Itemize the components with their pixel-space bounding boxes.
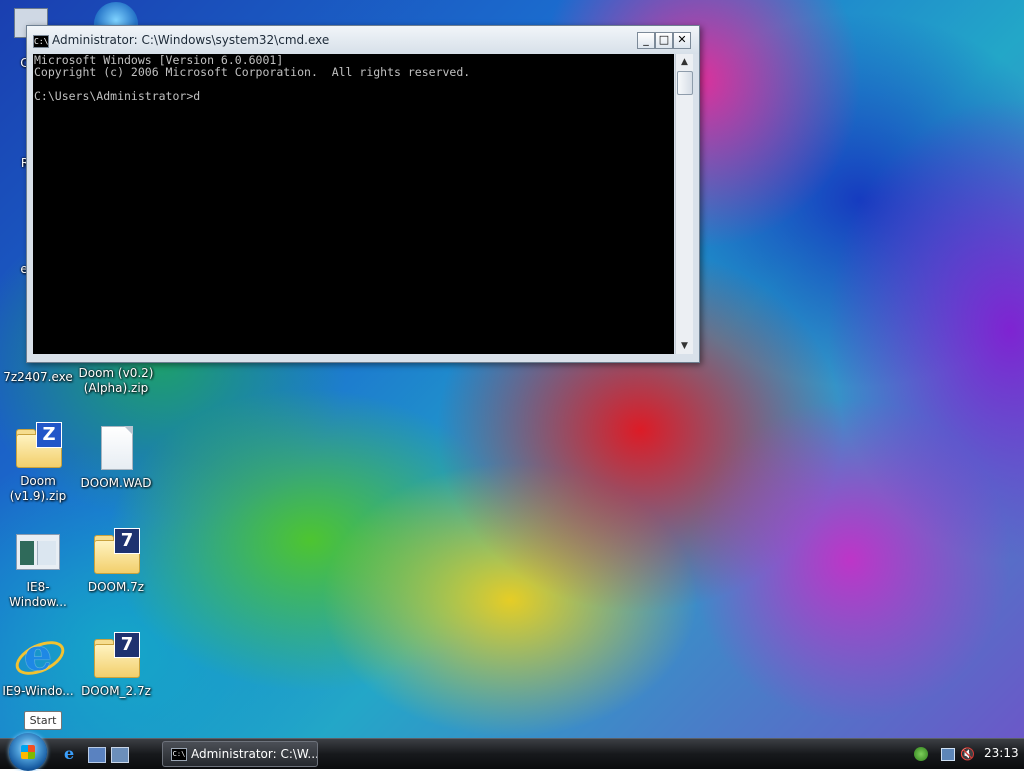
- vertical-scrollbar[interactable]: ▲ ▼: [675, 54, 693, 354]
- desktop-icon-doom-7z[interactable]: 7 DOOM.7z: [76, 528, 156, 595]
- taskbar-button-cmd[interactable]: C:\ Administrator: C:\W...: [162, 741, 318, 767]
- quick-launch-ie-icon[interactable]: e: [64, 746, 80, 762]
- console-line: Copyright (c) 2006 Microsoft Corporation…: [34, 65, 471, 79]
- start-tooltip: Start: [24, 711, 62, 730]
- scroll-thumb[interactable]: [677, 71, 693, 95]
- desktop-icon-label: DOOM_2.7z: [81, 684, 151, 698]
- desktop-icon-doom-v02-zip[interactable]: Doom (v0.2) (Alpha).zip: [76, 366, 156, 396]
- 7z-archive-icon: 7: [92, 528, 140, 576]
- desktop-icon-label: DOOM.WAD: [80, 476, 152, 490]
- desktop-icon-doom-wad[interactable]: DOOM.WAD: [76, 424, 156, 491]
- file-icon: [92, 424, 140, 472]
- desktop-icon-label: 7z2407.exe: [3, 370, 73, 384]
- start-button[interactable]: [9, 733, 47, 771]
- internet-explorer-icon: e: [10, 632, 70, 682]
- desktop-icon-label: Doom (v0.2) (Alpha).zip: [78, 366, 154, 395]
- desktop-icon-label: DOOM.7z: [87, 580, 145, 594]
- desktop: Co Re eX 7z2407.exe Doom (v0.2) (Alpha).…: [0, 0, 1024, 738]
- maximize-button[interactable]: □: [655, 32, 673, 49]
- security-center-icon[interactable]: [914, 747, 928, 761]
- zip-folder-icon: Z: [14, 422, 62, 470]
- desktop-icon-label: IE9-Windo...: [2, 684, 74, 698]
- desktop-icon-ie9-windows[interactable]: e IE9-Windo...: [0, 632, 78, 699]
- volume-muted-icon[interactable]: 🔇: [960, 747, 975, 761]
- cmd-icon[interactable]: C:\: [33, 35, 49, 48]
- close-button[interactable]: ✕: [673, 32, 691, 49]
- console-prompt-line: C:\Users\Administrator>d: [34, 89, 201, 103]
- taskbar: e C:\ Administrator: C:\W... 🔇 23:13: [0, 733, 1024, 771]
- window-title: Administrator: C:\Windows\system32\cmd.e…: [52, 33, 330, 47]
- desktop-icon-doom-2-7z[interactable]: 7 DOOM_2.7z: [76, 632, 156, 699]
- network-icon[interactable]: [941, 748, 955, 761]
- show-desktop-icon[interactable]: [88, 747, 106, 763]
- installer-screenshot-icon: [14, 528, 62, 576]
- switch-windows-icon[interactable]: [111, 747, 129, 763]
- cmd-window[interactable]: C:\ Administrator: C:\Windows\system32\c…: [26, 25, 700, 363]
- cmd-icon: C:\: [171, 748, 187, 761]
- taskbar-button-label: Administrator: C:\W...: [191, 747, 318, 761]
- scroll-up-arrow-icon[interactable]: ▲: [676, 54, 693, 70]
- desktop-icon-label: IE8-Window...: [9, 580, 67, 609]
- 7z-archive-icon: 7: [92, 632, 140, 680]
- console-output[interactable]: Microsoft Windows [Version 6.0.6001] Copy…: [33, 54, 674, 354]
- desktop-icon-ie8-windows[interactable]: IE8-Window...: [0, 528, 78, 610]
- desktop-icon-doom-v19-zip[interactable]: Z Doom (v1.9).zip: [0, 422, 78, 504]
- scroll-down-arrow-icon[interactable]: ▼: [676, 338, 693, 354]
- system-tray: 🔇 23:13: [908, 739, 1024, 769]
- cmd-titlebar[interactable]: C:\ Administrator: C:\Windows\system32\c…: [27, 26, 699, 54]
- minimize-button[interactable]: _: [637, 32, 655, 49]
- desktop-icon-label: Doom (v1.9).zip: [9, 474, 67, 503]
- clock[interactable]: 23:13: [984, 746, 1019, 760]
